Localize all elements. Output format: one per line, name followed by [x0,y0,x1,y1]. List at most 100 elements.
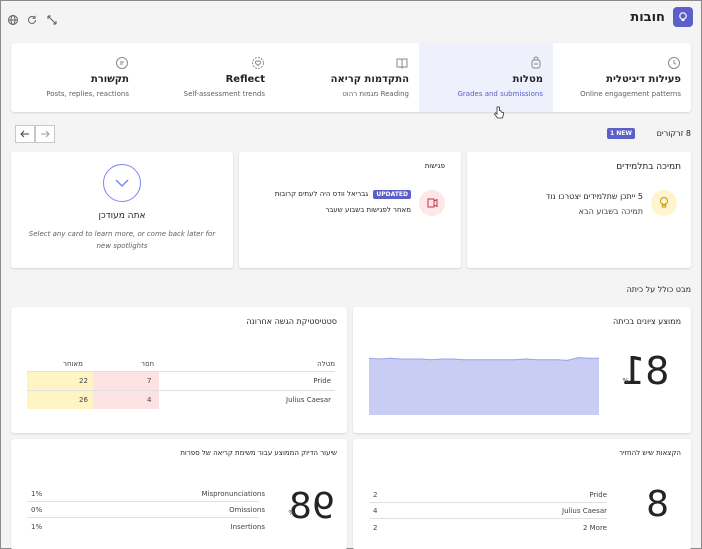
expand-icon[interactable] [46,11,60,25]
dues-row-count: 2 [373,491,378,499]
divider [369,502,607,503]
divider [27,501,259,502]
submission-stats-card[interactable]: סטטיסטיקת הגשה אחרונה מטלה חסר מאוחר 22 … [11,307,347,433]
tab-title: התקדמות קריאה [330,74,409,85]
assignments-to-return-card[interactable]: הקצאות שיש להחזיר 8 Pride 2 Julius Caesa… [353,439,691,549]
tab-reading-progress[interactable]: התקדמות קריאה Reading מגמות רהוט [285,43,419,112]
data-point [535,359,537,361]
card-text: גבריאל וודס היה לעתים קרובות [274,190,369,198]
previous-button[interactable] [15,125,35,143]
refresh-icon[interactable] [26,11,40,25]
section-title: מבט כולל על כיתה [626,285,691,294]
tab-communication[interactable]: תקשורת Posts, replies, reactions [11,43,149,112]
page-title: חובות [630,10,665,25]
globe-icon[interactable] [7,11,21,25]
data-point [420,358,422,360]
missing-value: 4 [147,396,152,404]
data-point [556,359,558,361]
card-title: אתה מעודכן [98,211,146,221]
data-point [431,359,433,361]
tab-subtitle: Posts, replies, reactions [46,90,129,98]
col-header-late: מאוחר [63,360,83,368]
meetings-card[interactable]: פגישות UPDATED גבריאל וודס היה לעתים קרו… [239,152,461,268]
tab-title: תקשורת [90,74,129,85]
table-row[interactable]: 26 4 Julius Caesar [27,391,335,409]
app-window: חובות פעילות דיגיטלית Online engagement … [0,0,702,549]
table-row[interactable]: 22 7 Pride [27,372,335,390]
data-point [462,359,464,361]
tab-reflect[interactable]: Reflect Self-assessment trends [149,43,285,112]
grade-trend-chart [369,357,599,415]
accuracy-value: 98 [289,486,335,527]
data-point [525,358,527,360]
data-point [567,359,569,361]
tab-digital-activity[interactable]: פעילות דיגיטלית Online engagement patter… [553,43,691,112]
student-support-card[interactable]: תמיכה בתלמידים 5 ייתכן שתלמידים יצטרכו נ… [467,152,691,268]
lightbulb-icon [673,7,693,27]
tab-subtitle: Grades and submissions [457,90,543,98]
divider [27,517,259,518]
card-body-line1: UPDATED גבריאל וודס היה לעתים קרובות [274,190,411,199]
tab-subtitle: Reading מגמות רהוט [342,90,409,98]
data-point [546,359,548,361]
accuracy-row-name: Omissions [229,506,265,514]
clock-icon [667,55,681,69]
next-button[interactable] [35,125,55,143]
card-title: ממוצע ציונים בכיתה [612,317,681,326]
cursor-icon [493,105,505,124]
chevron-down-icon [103,164,141,202]
data-point [378,358,381,360]
data-point [452,358,454,360]
card-title: סטטיסטיקת הגשה אחרונה [246,317,337,326]
meeting-icon [419,190,445,216]
data-point [504,359,506,361]
data-point [410,358,412,360]
spotlight-count: 8 זרקורים [656,129,691,138]
tab-title: פעילות דיגיטלית [606,74,681,85]
new-badge: 1 NEW [606,128,635,139]
card-body: Select any card to learn more, or come b… [28,230,216,250]
book-icon [395,55,409,69]
category-tabs: פעילות דיגיטלית Online engagement patter… [11,43,691,119]
card-title: פגישות [424,162,445,170]
data-point [577,357,579,359]
avg-grade-unit: % [622,377,629,385]
late-value: 26 [79,396,88,404]
late-value: 22 [79,377,88,385]
dues-row-name: Pride [589,491,607,499]
card-body-line2: מאחר לפגישות בשבוע שעבר [325,206,411,214]
card-title: תמיכה בתלמידים [616,162,681,172]
up-to-date-card: אתה מעודכן Select any card to learn more… [11,152,233,268]
accuracy-unit: % [288,509,295,517]
dues-row-count: 2 [373,524,378,532]
tab-title: Reflect [225,74,265,85]
updated-badge: UPDATED [373,190,411,199]
assignment-name: Pride [313,377,331,385]
data-point [493,359,496,361]
dues-row-name: 2 More [582,524,607,532]
dues-row-count: 4 [373,507,378,515]
avg-grade-value: 81 [620,349,669,393]
accuracy-row-name: Insertions [230,523,265,531]
tab-subtitle: Self-assessment trends [183,90,265,98]
col-header-missing: חסר [141,360,155,368]
data-point [389,357,391,359]
average-grade-card[interactable]: ממוצע ציונים בכיתה 81 % [353,307,691,433]
assignment-name: Julius Caesar [286,396,331,404]
missing-value: 7 [147,377,152,385]
accuracy-row-value: 0% [31,506,43,514]
chat-icon [115,55,129,69]
area-fill [369,357,599,415]
data-point [441,358,443,360]
tab-title: מטלות [512,74,543,85]
divider [369,518,607,519]
card-title: הקצאות שיש להחזיר [619,449,681,457]
tab-assignments[interactable]: מטלות Grades and submissions [419,43,553,119]
data-point [514,359,516,361]
col-header-assignment: מטלה [317,360,335,368]
lightbulb-icon [651,190,677,216]
card-body-line2: תמיכה בשבוע הבא [578,207,643,216]
dues-row-name: Julius Caesar [562,507,607,515]
reading-accuracy-card[interactable]: שיעור הדיוק הממוצע עבור משימת קריאה של ס… [11,439,347,549]
accuracy-row-value: 1% [31,523,43,531]
